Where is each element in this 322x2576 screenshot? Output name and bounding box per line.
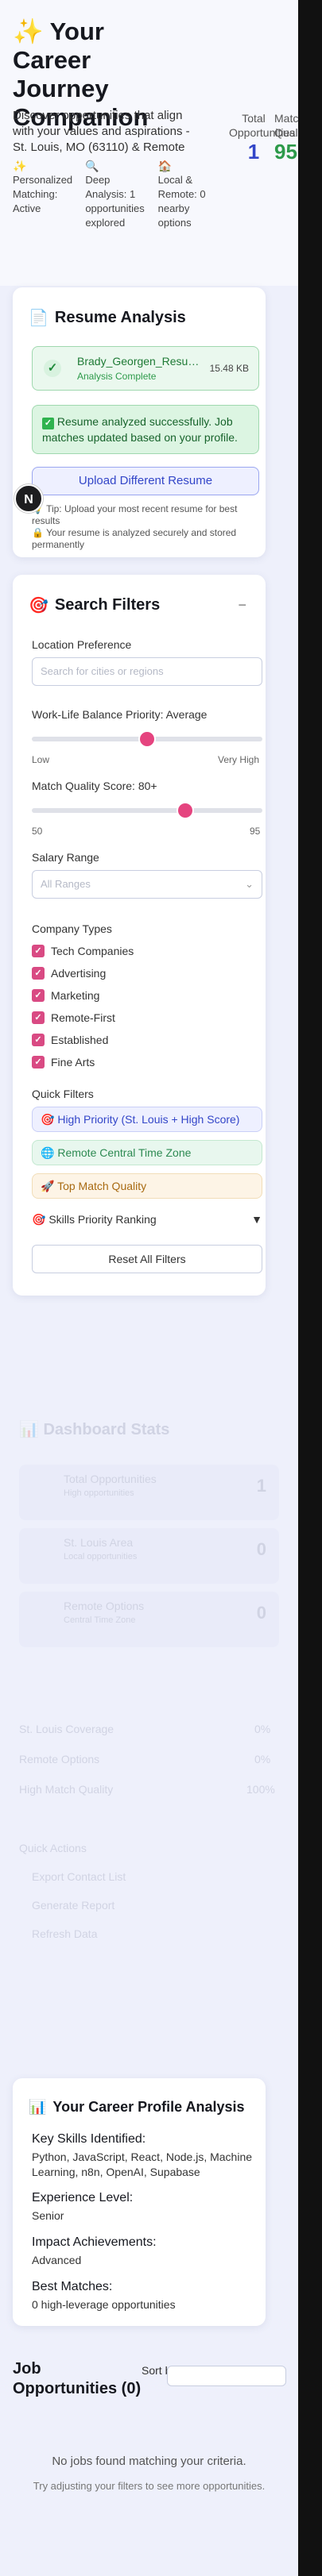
chart-icon: 📊: [19, 1421, 39, 1438]
feature-list: ✨ Personalized Matching: Active 🔍 Deep A…: [13, 159, 219, 230]
stat-total: Total Opportunities 1: [229, 112, 296, 164]
skills-label: Key Skills Identified:: [32, 2132, 146, 2146]
sparkle-icon: ✨: [13, 17, 44, 45]
filters-title: 🎯 Search Filters: [29, 596, 161, 614]
dash-card-stl: St. Louis Area Local opportunities 0: [19, 1528, 279, 1584]
wlb-label: Work-Life Balance Priority: Average: [32, 708, 208, 721]
globe-icon: 🌐: [41, 1146, 55, 1159]
resume-tip: 💡 Tip: Upload your most recent resume fo…: [32, 503, 238, 526]
best-matches-value: 0 high-leverage opportunities: [32, 2298, 176, 2311]
header: ✨ Your Career Journey Companion Discover…: [0, 0, 309, 286]
company-type-advertising[interactable]: ✓ Advertising: [32, 967, 106, 980]
sparkles-icon: ✨: [13, 160, 27, 172]
company-type-tech[interactable]: ✓ Tech Companies: [32, 945, 134, 957]
impact-label: Impact Achievements:: [32, 2235, 157, 2249]
match-score-slider[interactable]: [32, 803, 262, 818]
profile-title: 📊 Your Career Profile Analysis: [29, 2099, 245, 2115]
dash-card-remote: Remote Options Central Time Zone 0: [19, 1592, 279, 1647]
feature-local: 🏠 Local & Remote: 0 nearby options: [158, 159, 219, 230]
company-type-remote-first[interactable]: ✓ Remote-First: [32, 1011, 115, 1024]
target-icon: 🎯: [32, 1213, 46, 1226]
location-label: Location Preference: [32, 638, 132, 651]
upload-resume-button[interactable]: Upload Different Resume: [32, 467, 259, 495]
wlb-slider[interactable]: [32, 732, 262, 746]
checkmark-icon: ✓: [42, 418, 54, 429]
match-min-label: 50: [32, 826, 43, 837]
jobs-title: Job Opportunities (0): [13, 2360, 142, 2397]
file-size: 15.48 KB: [209, 363, 249, 374]
skills-priority-toggle[interactable]: 🎯 Skills Priority Ranking ▼: [32, 1213, 262, 1226]
sort-select[interactable]: [167, 2366, 286, 2386]
profile-card: 📊 Your Career Profile Analysis Key Skill…: [13, 2078, 266, 2326]
stat-total-value: 1: [247, 140, 260, 164]
lock-icon: 🔒: [32, 527, 44, 538]
reset-filters-button[interactable]: Reset All Filters: [32, 1245, 262, 1273]
floating-badge[interactable]: N: [14, 484, 43, 513]
best-matches-label: Best Matches:: [32, 2280, 113, 2293]
match-score-slider-thumb[interactable]: [178, 803, 193, 818]
collapse-button[interactable]: −: [238, 597, 246, 614]
dashboard-title: 📊 Dashboard Stats: [19, 1421, 170, 1438]
quick-filter-high-priority[interactable]: 🎯 High Priority (St. Louis + High Score): [32, 1107, 262, 1132]
right-edge-bar: [298, 0, 322, 2576]
success-message: ✓ Resume analyzed successfully. Job matc…: [32, 405, 259, 454]
resume-security-note: 🔒 Your resume is analyzed securely and s…: [32, 527, 237, 550]
match-max-label: 95: [250, 826, 261, 837]
wlb-max-label: Very High: [218, 754, 260, 765]
page: ✨ Your Career Journey Companion Discover…: [0, 0, 309, 2576]
house-icon: 🏠: [157, 160, 173, 172]
rocket-icon: 🚀: [41, 1180, 55, 1192]
location-input[interactable]: Search for cities or regions: [32, 657, 262, 686]
wlb-slider-thumb[interactable]: [140, 732, 154, 746]
checkbox-icon: ✓: [32, 989, 45, 1002]
checkbox-icon: ✓: [32, 1034, 45, 1046]
quick-filter-remote-central[interactable]: 🌐 Remote Central Time Zone: [32, 1140, 262, 1165]
feature-analysis: 🔍 Deep Analysis: 1 opportunities explore…: [85, 159, 146, 230]
quick-filter-top-match[interactable]: 🚀 Top Match Quality: [32, 1173, 262, 1199]
empty-state-subtitle: Try adjusting your filters to see more o…: [33, 2480, 266, 2492]
experience-label: Experience Level:: [32, 2191, 134, 2204]
page-subtitle: Discover opportunities that align with y…: [13, 109, 190, 154]
wlb-min-label: Low: [32, 754, 50, 765]
feature-personalized: ✨ Personalized Matching: Active: [13, 159, 74, 230]
company-type-marketing[interactable]: ✓ Marketing: [32, 989, 99, 1002]
experience-value: Senior: [32, 2209, 64, 2222]
impact-value: Advanced: [32, 2254, 82, 2266]
document-icon: 📄: [29, 310, 48, 327]
resume-title: 📄 Resume Analysis: [29, 309, 186, 327]
checkbox-icon: ✓: [32, 1011, 45, 1024]
resume-card: 📄 Resume Analysis ✓ Brady_Georgen_Resume…: [13, 287, 266, 557]
chevron-down-icon: ⌄: [245, 878, 254, 890]
salary-select[interactable]: All Ranges ⌄: [32, 870, 262, 899]
quick-filters-label: Quick Filters: [32, 1088, 94, 1100]
filters-card: 🎯 Search Filters − Location Preference S…: [13, 575, 266, 1296]
chart-icon: 📊: [29, 2099, 47, 2115]
file-status: Analysis Complete: [77, 371, 157, 382]
checkbox-icon: ✓: [32, 967, 45, 980]
company-types-label: Company Types: [32, 922, 112, 935]
magnifier-icon: 🔍: [85, 160, 99, 172]
file-name: Brady_Georgen_Resume.pdf: [77, 355, 204, 368]
skills-value: Python, JavaScript, React, Node.js, Mach…: [32, 2151, 253, 2178]
checkbox-icon: ✓: [32, 1056, 45, 1069]
dashboard-stats: 📊 Dashboard Stats Total Opportunities Hi…: [0, 1350, 298, 2064]
company-type-established[interactable]: ✓ Established: [32, 1034, 108, 1046]
empty-state-title: No jobs found matching your criteria.: [52, 2455, 246, 2468]
target-icon: 🎯: [29, 597, 48, 614]
check-icon: ✓: [44, 360, 61, 377]
dash-card-total: Total Opportunities High opportunities 1: [19, 1465, 279, 1520]
salary-label: Salary Range: [32, 851, 99, 864]
match-score-label: Match Quality Score: 80+: [32, 780, 157, 792]
company-type-fine-arts[interactable]: ✓ Fine Arts: [32, 1056, 95, 1069]
target-icon: 🎯: [41, 1113, 55, 1126]
checkbox-icon: ✓: [32, 945, 45, 957]
caret-down-icon: ▼: [251, 1213, 262, 1226]
uploaded-file[interactable]: ✓ Brady_Georgen_Resume.pdf Analysis Comp…: [32, 346, 259, 391]
